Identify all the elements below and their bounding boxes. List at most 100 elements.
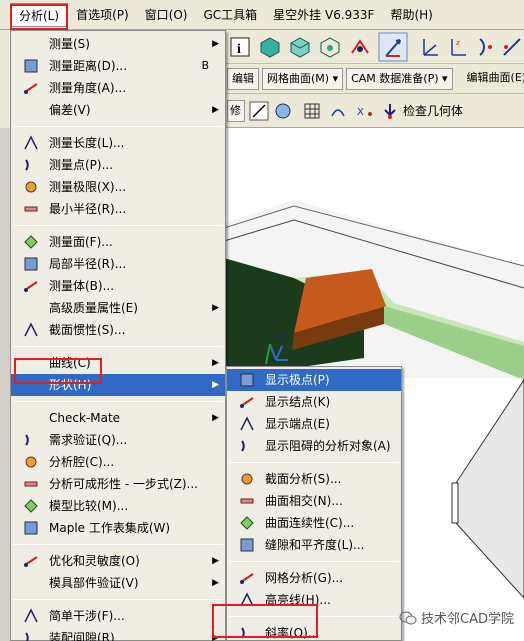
shape-submenu-item[interactable]: 曲面相交(N)... [227, 490, 401, 512]
measure-icon [24, 521, 38, 535]
submenu-arrow-icon: ▶ [212, 303, 219, 313]
point-icon [25, 456, 37, 468]
menu-separator [13, 346, 223, 347]
point-icon [25, 181, 37, 193]
measure-icon [240, 373, 254, 387]
slope-item-highlight-box [212, 604, 318, 638]
analysis-menu-item[interactable]: 测量角度(A)... [11, 77, 225, 99]
shape-submenu-item-label: 显示极点(P) [265, 373, 330, 387]
rotate-view-icon[interactable] [348, 35, 372, 59]
measure-icon [24, 59, 38, 73]
diamond-icon [240, 516, 254, 530]
csys-axis-icon[interactable] [418, 35, 442, 59]
shape-submenu-item-label: 缝隙和平齐度(L)... [265, 538, 365, 552]
analysis-menu-item[interactable]: 测量面(F)... [11, 231, 225, 253]
analysis-menu-item-label: 测量体(B)... [49, 279, 115, 293]
measure-face-icon[interactable] [273, 101, 293, 121]
analysis-menu-item[interactable]: 模具部件验证(V) ▶ [11, 572, 225, 594]
analysis-menu-item-label: 分析可成形性 - 一步式(Z)... [49, 477, 198, 491]
analysis-menu-item[interactable]: 测量极限(X)... [11, 176, 225, 198]
trace-icon[interactable] [329, 102, 347, 120]
mesh-surface-dropdown[interactable]: 网格曲面(M) ▾ [262, 67, 344, 90]
submenu-arrow-icon: ▶ [212, 556, 219, 566]
shape-submenu-item[interactable]: 曲面连续性(C)... [227, 512, 401, 534]
diamond-icon [24, 499, 38, 513]
shape-submenu-item[interactable]: 截面分析(S)... [227, 468, 401, 490]
grid-icon[interactable] [303, 102, 321, 120]
menu-window[interactable]: 窗口(O) [137, 3, 196, 27]
shape-submenu-item[interactable]: 显示极点(P) [227, 369, 401, 391]
analysis-toolbar: 修 X 检查几何体 [224, 94, 524, 128]
shape-menu-highlight-box [14, 358, 102, 384]
info-icon[interactable]: i [228, 35, 252, 59]
analysis-menu-item[interactable]: 分析可成形性 - 一步式(Z)... [11, 473, 225, 495]
analysis-menu-item[interactable]: Maple 工作表集成(W) [11, 517, 225, 539]
cam-data-prep-dropdown[interactable]: CAM 数据准备(P) ▾ [346, 67, 453, 90]
analysis-menu-item[interactable]: 简单干涉(F)... [11, 605, 225, 627]
check-geometry-icon[interactable] [381, 102, 399, 120]
analysis-menu-item-label: 测量距离(D)... [49, 59, 128, 73]
watermark-text: 技术邻CAD学院 [421, 612, 514, 627]
xyz-check-icon[interactable]: X [355, 102, 375, 120]
analysis-menu-item-label: 模型比较(M)... [49, 499, 129, 513]
analysis-menu-item-label: 装配间隙(R) [49, 631, 115, 641]
analysis-menu-item-label: 局部半径(R)... [49, 257, 127, 271]
angle-icon [24, 135, 38, 150]
analysis-menu-item[interactable]: 局部半径(R)... [11, 253, 225, 275]
radius-tool-icon[interactable] [500, 35, 524, 59]
shaded-view-icon[interactable] [258, 35, 282, 59]
menu-preferences[interactable]: 首选项(P) [68, 3, 137, 27]
analysis-menu-item-label: 测量(S) [49, 37, 90, 51]
analysis-menu-item[interactable]: 需求验证(Q)... [11, 429, 225, 451]
analysis-menu-item[interactable]: 截面惯性(S)... [11, 319, 225, 341]
wechat-icon [399, 611, 417, 624]
distance-icon [24, 281, 38, 292]
edit-dropdown[interactable]: 编辑 [227, 67, 259, 90]
analysis-menu-item[interactable]: 测量长度(L)... [11, 132, 225, 154]
measure-icon [240, 538, 254, 552]
check-geometry-label[interactable]: 检查几何体 [403, 102, 463, 119]
shape-submenu-item-label: 显示阻碍的分析对象(A) [265, 439, 391, 453]
menu-separator [229, 462, 399, 463]
xyz-axis-icon[interactable]: z [446, 35, 470, 59]
distance-icon [24, 83, 38, 94]
analysis-menu-item-label: 最小半径(R)... [49, 202, 127, 216]
analysis-menu-item-label: 简单干涉(F)... [49, 609, 125, 623]
menu-xingkong-plugin[interactable]: 星空外挂 V6.933F [265, 3, 382, 27]
analysis-menu-item[interactable]: 分析腔(C)... [11, 451, 225, 473]
analysis-menu-item[interactable]: 测量距离(D)... B [11, 55, 225, 77]
submenu-arrow-icon: ▶ [212, 413, 219, 423]
shape-submenu-item-label: 曲面相交(N)... [265, 494, 343, 508]
analysis-menu-item[interactable]: 高级质量属性(E) ▶ [11, 297, 225, 319]
analysis-menu-item-label: 测量极限(X)... [49, 180, 127, 194]
analysis-menu-item[interactable]: 测量(S) ▶ [11, 33, 225, 55]
line-icon[interactable] [249, 101, 269, 121]
left-toolbar-strip [0, 30, 10, 128]
analysis-menu-item[interactable]: 最小半径(R)... [11, 198, 225, 220]
shape-submenu-item[interactable]: 缝隙和平齐度(L)... [227, 534, 401, 556]
analysis-menu-item[interactable]: 装配间隙(R) ▶ [11, 627, 225, 641]
watermark: 技术邻CAD学院 [399, 608, 514, 627]
shape-submenu-item[interactable]: 显示结点(K) [227, 391, 401, 413]
shape-submenu-item[interactable]: 网格分析(G)... [227, 567, 401, 589]
analysis-menu-item[interactable]: 模型比较(M)... [11, 495, 225, 517]
analysis-menu-item[interactable]: Check-Mate ▶ [11, 407, 225, 429]
wireframe-cube-icon[interactable] [288, 35, 312, 59]
distance-icon [24, 556, 38, 567]
hidden-edges-icon[interactable] [318, 35, 342, 59]
menu-gc-toolbox[interactable]: GC工具箱 [195, 3, 265, 27]
modify-dropdown[interactable]: 修 [227, 99, 245, 122]
svg-text:i: i [237, 42, 241, 57]
bar-icon [24, 481, 38, 487]
csys-dynamic-icon[interactable] [378, 32, 408, 62]
analysis-menu-item[interactable]: 优化和灵敏度(O) ▶ [11, 550, 225, 572]
analysis-menu-item[interactable]: 测量点(P)... [11, 154, 225, 176]
analysis-menu-item[interactable]: 测量体(B)... [11, 275, 225, 297]
menu-help[interactable]: 帮助(H) [382, 3, 440, 27]
analysis-menu-item[interactable]: 偏差(V) ▶ [11, 99, 225, 121]
arc-tool-icon[interactable] [474, 35, 498, 59]
analysis-menu-item-label: 截面惯性(S)... [49, 323, 126, 337]
shape-submenu-item[interactable]: 显示阻碍的分析对象(A) [227, 435, 401, 457]
edit-surface-button[interactable]: 编辑曲面(E) [463, 68, 524, 90]
shape-submenu-item[interactable]: 显示端点(E) [227, 413, 401, 435]
